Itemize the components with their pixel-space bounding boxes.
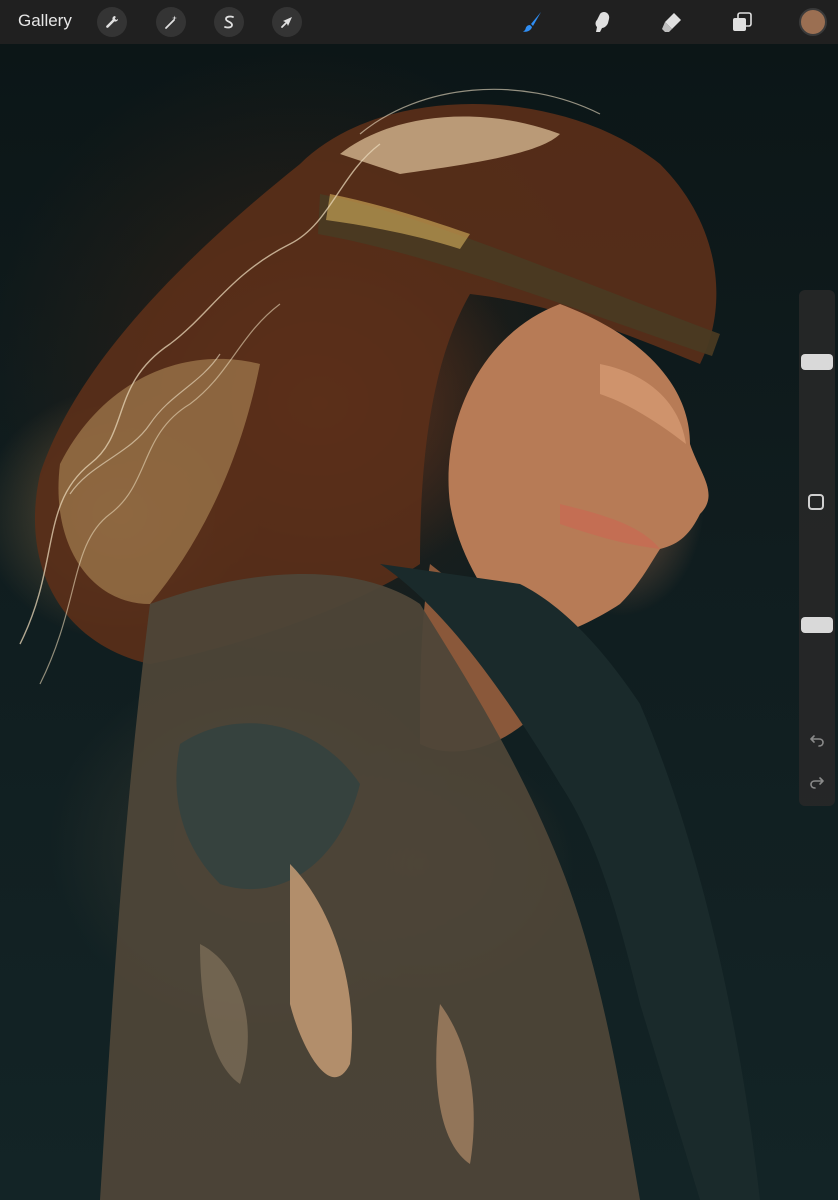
- adjustments-button[interactable]: [156, 7, 186, 37]
- undo-button[interactable]: [807, 730, 827, 750]
- eraser-tool-button[interactable]: [656, 6, 688, 38]
- brush-tool-button[interactable]: [516, 6, 548, 38]
- top-toolbar: Gallery: [0, 0, 838, 44]
- modify-button[interactable]: [808, 494, 824, 510]
- transform-button[interactable]: [272, 7, 302, 37]
- layers-button[interactable]: [726, 6, 758, 38]
- magic-wand-icon: [165, 15, 177, 29]
- redo-icon: [810, 777, 824, 789]
- layers-icon: [733, 12, 752, 31]
- brush-size-slider[interactable]: [799, 300, 835, 480]
- smudge-tool-button[interactable]: [586, 6, 618, 38]
- brush-size-thumb[interactable]: [801, 354, 833, 370]
- gallery-button[interactable]: Gallery: [18, 11, 72, 31]
- actions-button[interactable]: [97, 7, 127, 37]
- color-picker-button[interactable]: [799, 8, 827, 36]
- smudge-finger-icon: [595, 12, 610, 32]
- redo-button[interactable]: [807, 772, 827, 792]
- selection-s-icon: [224, 15, 234, 29]
- brush-icon: [523, 12, 541, 32]
- drawing-canvas[interactable]: [0, 44, 838, 1200]
- undo-icon: [810, 735, 824, 747]
- opacity-thumb[interactable]: [801, 617, 833, 633]
- opacity-slider[interactable]: [799, 530, 835, 720]
- eraser-icon: [662, 13, 681, 32]
- wrench-icon: [106, 16, 118, 28]
- side-toolbar: [799, 290, 835, 806]
- painting-artwork: [19, 88, 760, 1200]
- selection-button[interactable]: [214, 7, 244, 37]
- arrow-cursor-icon: [281, 17, 292, 28]
